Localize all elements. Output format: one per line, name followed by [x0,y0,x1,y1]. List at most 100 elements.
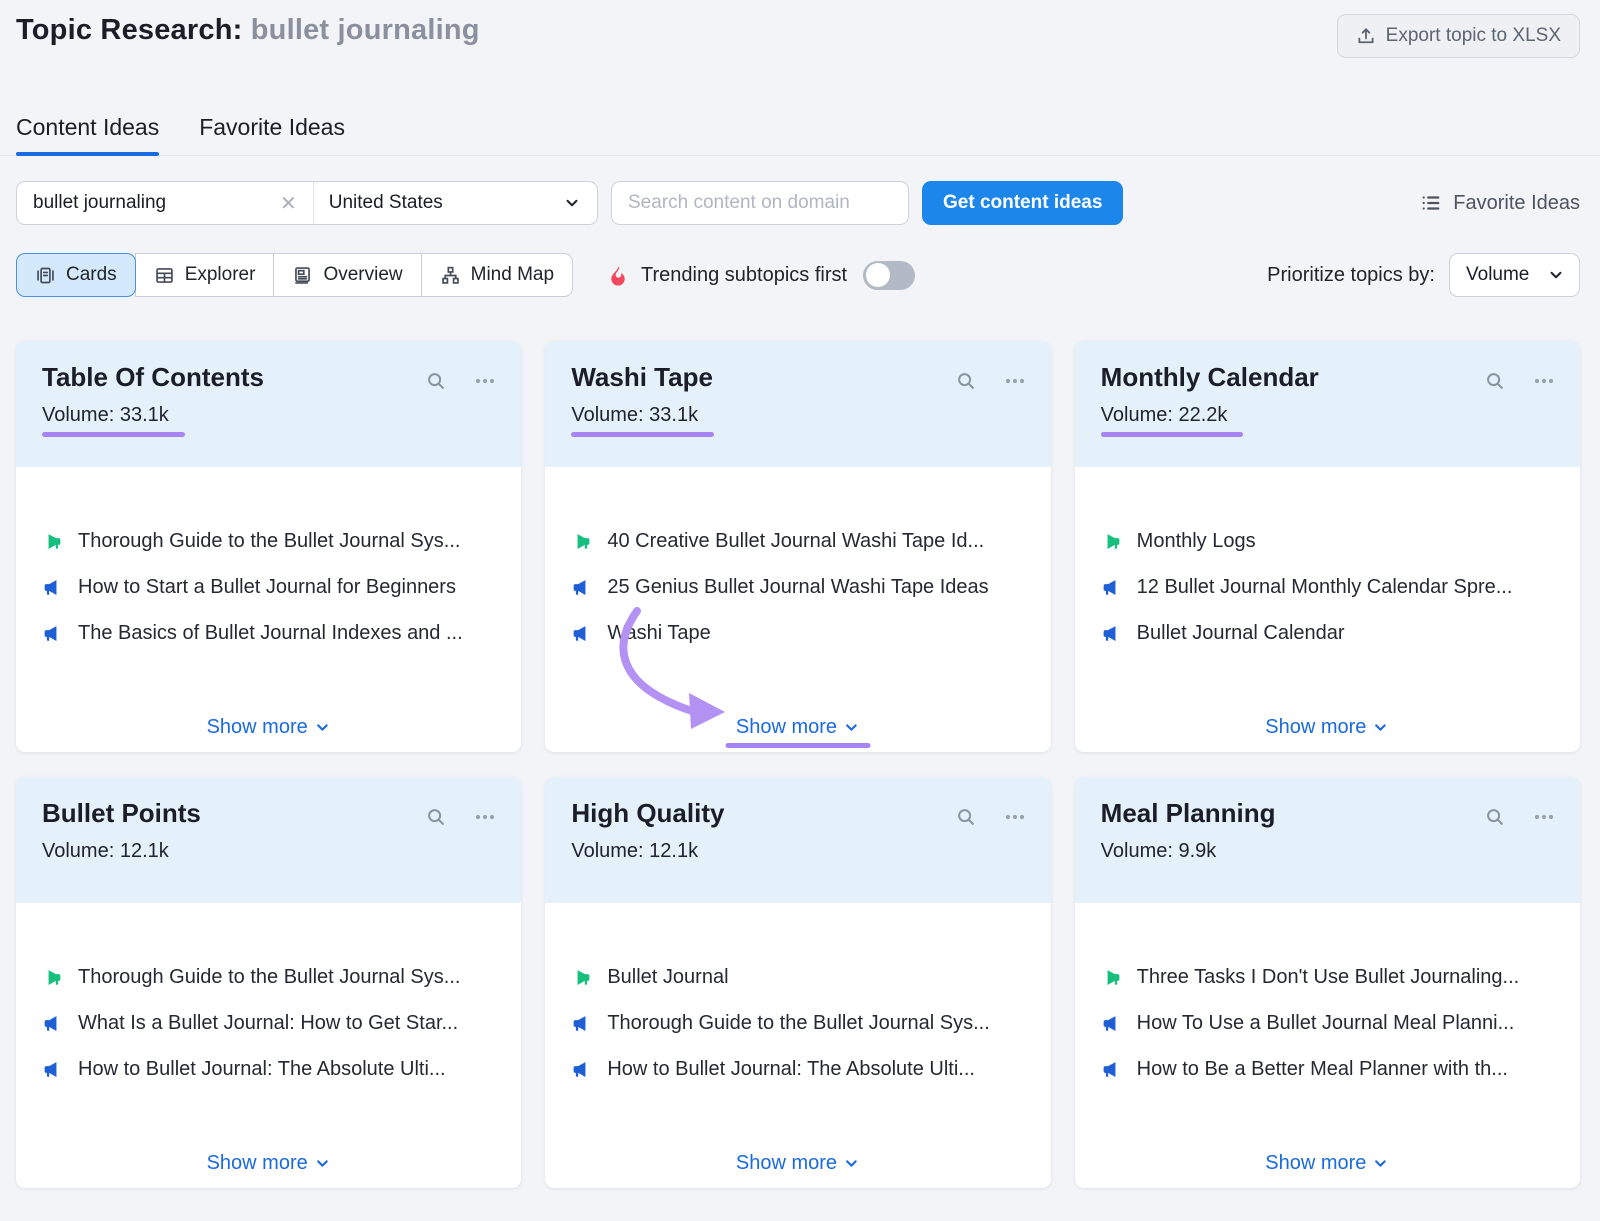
topic-item[interactable]: How to Bullet Journal: The Absolute Ulti… [42,1057,495,1081]
view-mindmap-label: Mind Map [471,264,554,286]
topic-item[interactable]: Thorough Guide to the Bullet Journal Sys… [42,965,495,989]
show-more-link[interactable]: Show more [207,1152,331,1175]
topic-item[interactable]: Bullet Journal [571,965,1024,989]
megaphone-icon [42,1059,63,1080]
topic-query-input[interactable] [33,192,278,214]
tab-content-ideas[interactable]: Content Ideas [16,114,159,156]
topic-item[interactable]: Bullet Journal Calendar [1101,621,1554,645]
get-content-ideas-button[interactable]: Get content ideas [922,181,1123,225]
list-icon [1420,192,1442,214]
favorite-ideas-link[interactable]: Favorite Ideas [1420,192,1580,215]
chevron-down-icon [314,1155,331,1172]
flame-icon [607,264,629,286]
topic-item[interactable]: 25 Genius Bullet Journal Washi Tape Idea… [571,575,1024,599]
more-dots-icon[interactable] [473,370,497,467]
topic-card: Meal Planning Volume: 9.9k Three Tasks I [1075,777,1580,1188]
topic-item[interactable]: How to Start a Bullet Journal for Beginn… [42,575,495,599]
country-select-value: United States [329,192,443,214]
search-icon[interactable] [1484,806,1506,903]
more-dots-icon[interactable] [1532,806,1556,903]
topic-item-text: 25 Genius Bullet Journal Washi Tape Idea… [607,576,988,599]
search-icon[interactable] [955,806,977,903]
close-icon[interactable]: ✕ [278,191,299,216]
favorite-ideas-label: Favorite Ideas [1453,192,1580,215]
topic-item[interactable]: How to Be a Better Meal Planner with th.… [1101,1057,1554,1081]
mindmap-icon [440,265,461,286]
megaphone-icon [571,967,592,988]
topic-item-text: Bullet Journal Calendar [1137,622,1345,645]
show-more-label: Show more [1265,716,1366,739]
trending-toggle[interactable] [863,261,915,290]
topic-item[interactable]: Three Tasks I Don't Use Bullet Journalin… [1101,965,1554,989]
view-cards-button[interactable]: Cards [16,253,136,297]
topic-item[interactable]: 12 Bullet Journal Monthly Calendar Spre.… [1101,575,1554,599]
search-icon[interactable] [1484,370,1506,467]
export-topic-button[interactable]: Export topic to XLSX [1337,14,1580,58]
topic-item-text: What Is a Bullet Journal: How to Get Sta… [78,1012,458,1035]
topic-item[interactable]: What Is a Bullet Journal: How to Get Sta… [42,1011,495,1035]
overview-icon [292,265,313,286]
show-more-link[interactable]: Show more [1265,716,1389,739]
more-dots-icon[interactable] [1003,370,1027,467]
show-more-underline-annotation [725,743,870,748]
megaphone-icon [42,967,63,988]
country-select[interactable]: United States [314,182,597,224]
topic-card-volume: Volume: 33.1k [571,404,698,427]
page-title-query: bullet journaling [251,14,480,46]
cards-icon [35,265,56,286]
search-icon[interactable] [425,806,447,903]
volume-underline-annotation [42,432,185,437]
upload-icon [1356,26,1376,46]
show-more-link[interactable]: Show more [1265,1152,1389,1175]
more-dots-icon[interactable] [473,806,497,903]
show-more-link[interactable]: Show more [736,1152,860,1175]
topic-item[interactable]: 40 Creative Bullet Journal Washi Tape Id… [571,529,1024,553]
search-icon[interactable] [955,370,977,467]
prioritize-select-value: Volume [1466,264,1529,286]
topic-item[interactable]: How To Use a Bullet Journal Meal Planni.… [1101,1011,1554,1035]
topic-item[interactable]: Monthly Logs [1101,529,1554,553]
topic-item[interactable]: The Basics of Bullet Journal Indexes and… [42,621,495,645]
topic-item[interactable]: Thorough Guide to the Bullet Journal Sys… [571,1011,1024,1035]
topic-item[interactable]: Washi Tape [571,621,1024,645]
show-more-label: Show more [207,716,308,739]
view-overview-button[interactable]: Overview [273,253,421,297]
topic-card: Table Of Contents Volume: 33.1k Thorough [16,341,521,752]
export-topic-label: Export topic to XLSX [1386,25,1561,47]
chevron-down-icon [843,1155,860,1172]
show-more-link[interactable]: Show more [736,716,860,739]
view-mindmap-button[interactable]: Mind Map [421,253,573,297]
topic-item-text: Three Tasks I Don't Use Bullet Journalin… [1137,966,1520,989]
topic-item[interactable]: Thorough Guide to the Bullet Journal Sys… [42,529,495,553]
topic-card-header: Bullet Points Volume: 12.1k [16,777,521,903]
megaphone-icon [1101,967,1122,988]
chevron-down-icon [1547,266,1565,284]
topic-card-title: Table Of Contents [42,362,264,393]
prioritize-select[interactable]: Volume [1449,253,1580,297]
megaphone-icon [1101,623,1122,644]
topic-item[interactable]: How to Bullet Journal: The Absolute Ulti… [571,1057,1024,1081]
topic-card-title: High Quality [571,798,724,829]
trending-label: Trending subtopics first [641,264,847,287]
topic-research-page: Topic Research: bullet journaling Export… [0,0,1600,1188]
topic-card-body: Monthly Logs 12 Bullet Journal Monthly C… [1075,467,1580,752]
show-more-link[interactable]: Show more [207,716,331,739]
view-explorer-button[interactable]: Explorer [135,253,275,297]
topic-item-text: Thorough Guide to the Bullet Journal Sys… [78,530,460,553]
topic-card-title: Meal Planning [1101,798,1276,829]
megaphone-icon [571,623,592,644]
more-dots-icon[interactable] [1532,370,1556,467]
more-dots-icon[interactable] [1003,806,1027,903]
topic-item-text: How To Use a Bullet Journal Meal Planni.… [1137,1012,1515,1035]
topic-card-body: Thorough Guide to the Bullet Journal Sys… [16,467,521,752]
tab-favorite-ideas[interactable]: Favorite Ideas [199,114,345,156]
search-icon[interactable] [425,370,447,467]
tab-bar: Content Ideas Favorite Ideas [16,114,1580,156]
page-title: Topic Research: bullet journaling [16,14,480,47]
megaphone-icon [1101,577,1122,598]
topic-item-text: Washi Tape [607,622,710,645]
view-explorer-label: Explorer [185,264,256,286]
volume-underline-annotation [1101,432,1244,437]
domain-search-input[interactable] [611,181,909,225]
megaphone-icon [571,577,592,598]
